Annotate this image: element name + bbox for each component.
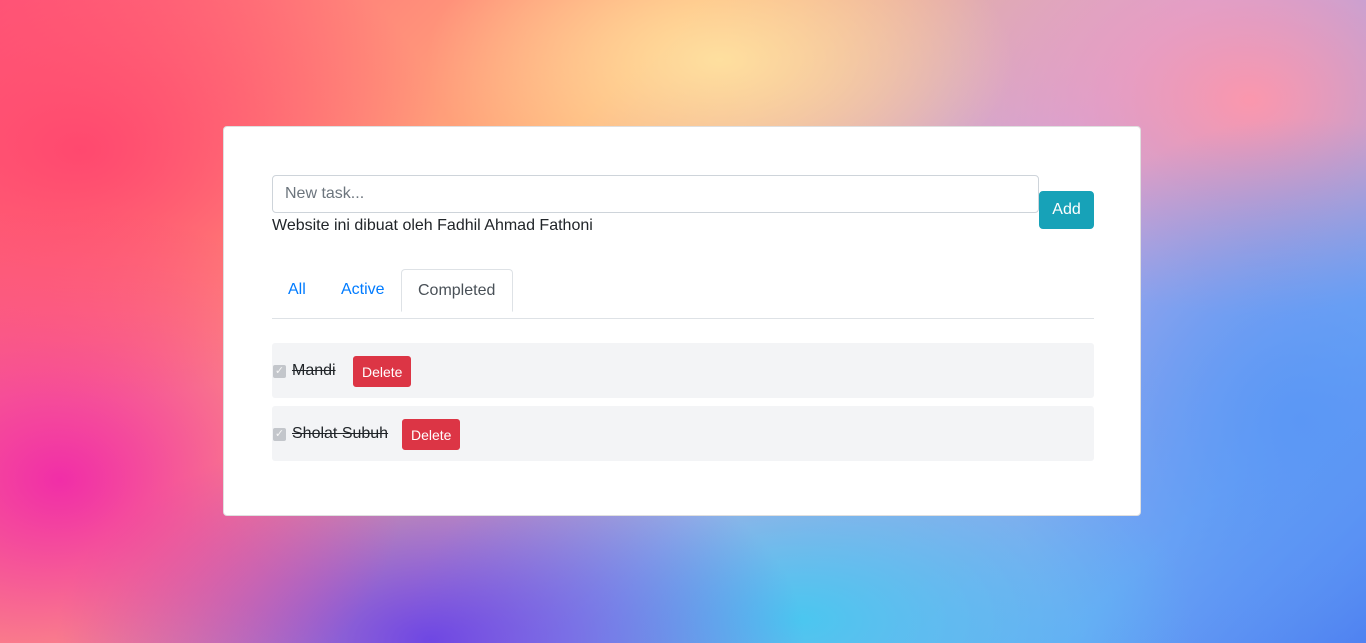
- filter-tabs: All Active Completed: [272, 269, 1094, 319]
- tab-all[interactable]: All: [272, 269, 322, 312]
- credit-text: Website ini dibuat oleh Fadhil Ahmad Fat…: [272, 217, 593, 234]
- completed-checkbox[interactable]: ✓: [273, 428, 286, 441]
- completed-checkbox[interactable]: ✓: [273, 365, 286, 378]
- new-task-input[interactable]: [272, 175, 1039, 213]
- check-icon: ✓: [274, 365, 285, 377]
- tab-completed[interactable]: Completed: [401, 269, 513, 312]
- todo-card: Add Website ini dibuat oleh Fadhil Ahmad…: [223, 126, 1141, 516]
- todo-item: ✓ Sholat Subuh Delete: [272, 406, 1094, 461]
- delete-button[interactable]: Delete: [353, 356, 412, 387]
- delete-button[interactable]: Delete: [402, 419, 461, 450]
- add-button[interactable]: Add: [1039, 191, 1094, 229]
- todo-text: Mandi: [292, 362, 336, 379]
- tab-active[interactable]: Active: [325, 269, 401, 312]
- todo-text: Sholat Subuh: [292, 425, 389, 442]
- todo-item: ✓ Mandi Delete: [272, 343, 1094, 398]
- check-icon: ✓: [274, 428, 285, 440]
